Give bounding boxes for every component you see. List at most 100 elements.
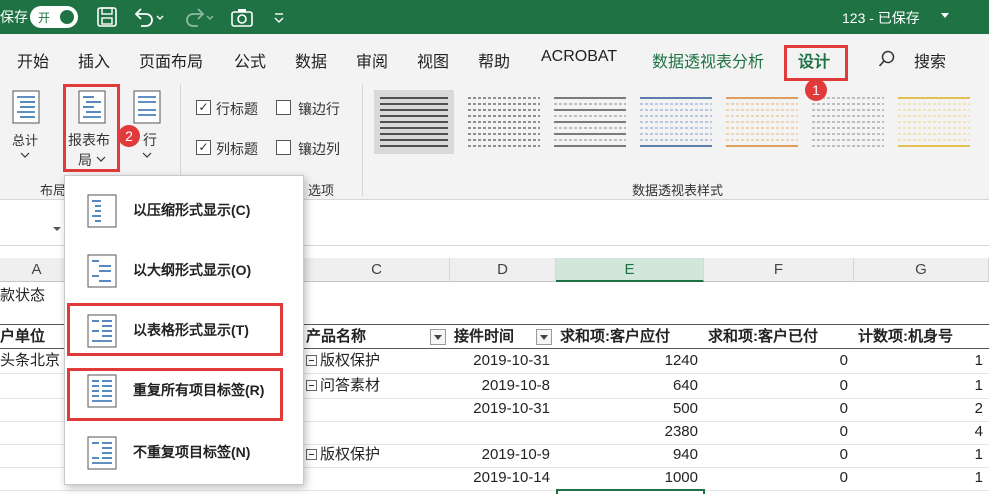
menu-item-do-not-repeat-labels[interactable]: 不重复项目标签(N): [65, 424, 303, 480]
undo-icon[interactable]: [132, 6, 166, 28]
filter-dropdown-button[interactable]: [536, 329, 552, 345]
count-cell[interactable]: 1: [854, 443, 989, 467]
column-header-c[interactable]: C: [304, 258, 450, 282]
menu-item-label: 以压缩形式显示(C): [133, 202, 251, 218]
date-cell[interactable]: 2019-10-9: [450, 443, 556, 467]
tab-help[interactable]: 帮助: [478, 48, 510, 72]
column-headers-checkbox[interactable]: ✓: [196, 140, 211, 155]
date-cell[interactable]: 2019-10-14: [450, 466, 556, 490]
toggle-label: 开: [38, 11, 51, 25]
menu-item-compact-form[interactable]: 以压缩形式显示(C): [65, 182, 303, 238]
menu-item-outline-form[interactable]: 以大纲形式显示(O): [65, 242, 303, 298]
banded-rows-checkbox[interactable]: [276, 100, 291, 115]
pivot-style-thumb[interactable]: [636, 90, 716, 154]
design-tab-highlight: [784, 45, 848, 81]
payable-cell[interactable]: 940: [556, 443, 704, 467]
collapse-icon[interactable]: [306, 380, 317, 391]
annotation-badge-2: 2: [118, 125, 140, 147]
count-cell[interactable]: 2: [854, 397, 989, 421]
pivot-style-thumb[interactable]: [464, 90, 544, 154]
payable-cell[interactable]: 1240: [556, 349, 704, 373]
tab-review[interactable]: 审阅: [356, 48, 388, 72]
blank-rows-label[interactable]: 行: [143, 130, 157, 150]
date-cell[interactable]: 2019-10-8: [450, 374, 556, 398]
chevron-down-icon[interactable]: [940, 12, 950, 20]
pivot-style-thumb[interactable]: [894, 90, 974, 154]
outline-form-icon: [87, 254, 117, 288]
customer-cell[interactable]: 头条北京: [0, 349, 64, 373]
header-cell-count-serial[interactable]: 计数项:机身号: [858, 325, 988, 349]
header-cell-product[interactable]: 产品名称: [306, 325, 426, 349]
column-header-g[interactable]: G: [854, 258, 989, 282]
paid-cell[interactable]: 0: [704, 420, 854, 444]
tab-acrobat[interactable]: ACROBAT: [541, 48, 617, 66]
autosave-toggle[interactable]: 开: [30, 6, 78, 28]
redo-icon[interactable]: [182, 6, 216, 28]
report-layout-highlight: [63, 84, 120, 172]
pivot-style-thumb[interactable]: [374, 90, 454, 154]
pivot-style-thumb[interactable]: [550, 90, 630, 154]
column-header-f[interactable]: F: [704, 258, 854, 282]
payable-cell[interactable]: 2380: [556, 420, 704, 444]
subtotals-icon[interactable]: [12, 90, 40, 124]
tab-view[interactable]: 视图: [417, 48, 449, 72]
product-cell[interactable]: 版权保护: [306, 443, 450, 467]
row-headers-label[interactable]: 行标题: [216, 99, 258, 119]
collapse-icon[interactable]: [306, 355, 317, 366]
filter-dropdown-button[interactable]: [430, 329, 446, 345]
count-cell[interactable]: 4: [854, 420, 989, 444]
save-icon[interactable]: [96, 6, 118, 28]
date-cell[interactable]: 2019-10-31: [450, 349, 556, 373]
date-cell[interactable]: 2019-10-31: [450, 397, 556, 421]
column-headers-label[interactable]: 列标题: [216, 139, 258, 159]
banded-rows-label[interactable]: 镶边行: [298, 99, 340, 119]
row-headers-checkbox[interactable]: ✓: [196, 100, 211, 115]
product-cell[interactable]: 问答素材: [306, 374, 450, 398]
tab-data[interactable]: 数据: [295, 48, 327, 72]
banded-columns-checkbox[interactable]: [276, 140, 291, 155]
paid-cell[interactable]: 0: [704, 349, 854, 373]
subtotals-label[interactable]: 总计: [12, 130, 38, 149]
blank-rows-icon[interactable]: [133, 90, 161, 124]
count-cell[interactable]: 1: [854, 374, 989, 398]
tab-insert[interactable]: 插入: [78, 48, 110, 72]
header-cell-customer[interactable]: 户单位: [0, 325, 64, 349]
paid-cell[interactable]: 0: [704, 466, 854, 490]
payable-cell[interactable]: 500: [556, 397, 704, 421]
header-cell-receive-time[interactable]: 接件时间: [454, 325, 534, 349]
count-cell[interactable]: 1: [854, 466, 989, 490]
tab-home[interactable]: 开始: [17, 48, 49, 72]
tab-page-layout[interactable]: 页面布局: [139, 48, 203, 72]
paid-cell[interactable]: 0: [704, 374, 854, 398]
paid-cell[interactable]: 0: [704, 397, 854, 421]
collapse-icon[interactable]: [306, 449, 317, 460]
header-cell-sum-payable[interactable]: 求和项:客户应付: [560, 325, 706, 349]
search-label[interactable]: 搜索: [914, 48, 946, 72]
pivot-style-thumb[interactable]: [722, 90, 802, 154]
count-cell[interactable]: 1: [854, 349, 989, 373]
chevron-down-icon[interactable]: [52, 226, 62, 232]
column-header-e[interactable]: E: [556, 258, 704, 282]
autosave-label: 保存: [0, 9, 28, 25]
product-cell[interactable]: 版权保护: [306, 349, 450, 373]
header-cell-sum-paid[interactable]: 求和项:客户已付: [708, 325, 854, 349]
selected-cell-border: [556, 489, 705, 494]
ribbon-tabs: 开始 插入 页面布局 公式 数据 审阅 视图 帮助 ACROBAT 数据透视表分…: [0, 34, 989, 84]
tab-formulas[interactable]: 公式: [234, 48, 266, 72]
search-icon[interactable]: [878, 50, 896, 68]
column-header-a[interactable]: A: [0, 258, 74, 282]
camera-icon[interactable]: [230, 6, 254, 28]
compact-form-icon: [87, 194, 117, 228]
paid-cell[interactable]: 0: [704, 443, 854, 467]
document-title: 123 - 已保存: [842, 10, 920, 26]
annotation-badge-1: 1: [805, 79, 827, 101]
banded-columns-label[interactable]: 镶边列: [298, 139, 340, 159]
payable-cell[interactable]: 640: [556, 374, 704, 398]
column-header-d[interactable]: D: [450, 258, 556, 282]
tab-pivottable-analyze[interactable]: 数据透视表分析: [652, 48, 764, 72]
chevron-down-icon[interactable]: [142, 152, 152, 158]
customize-toolbar-icon[interactable]: [272, 6, 286, 28]
chevron-down-icon[interactable]: [20, 152, 30, 158]
options-group-label: 选项: [308, 183, 335, 198]
payable-cell[interactable]: 1000: [556, 466, 704, 490]
